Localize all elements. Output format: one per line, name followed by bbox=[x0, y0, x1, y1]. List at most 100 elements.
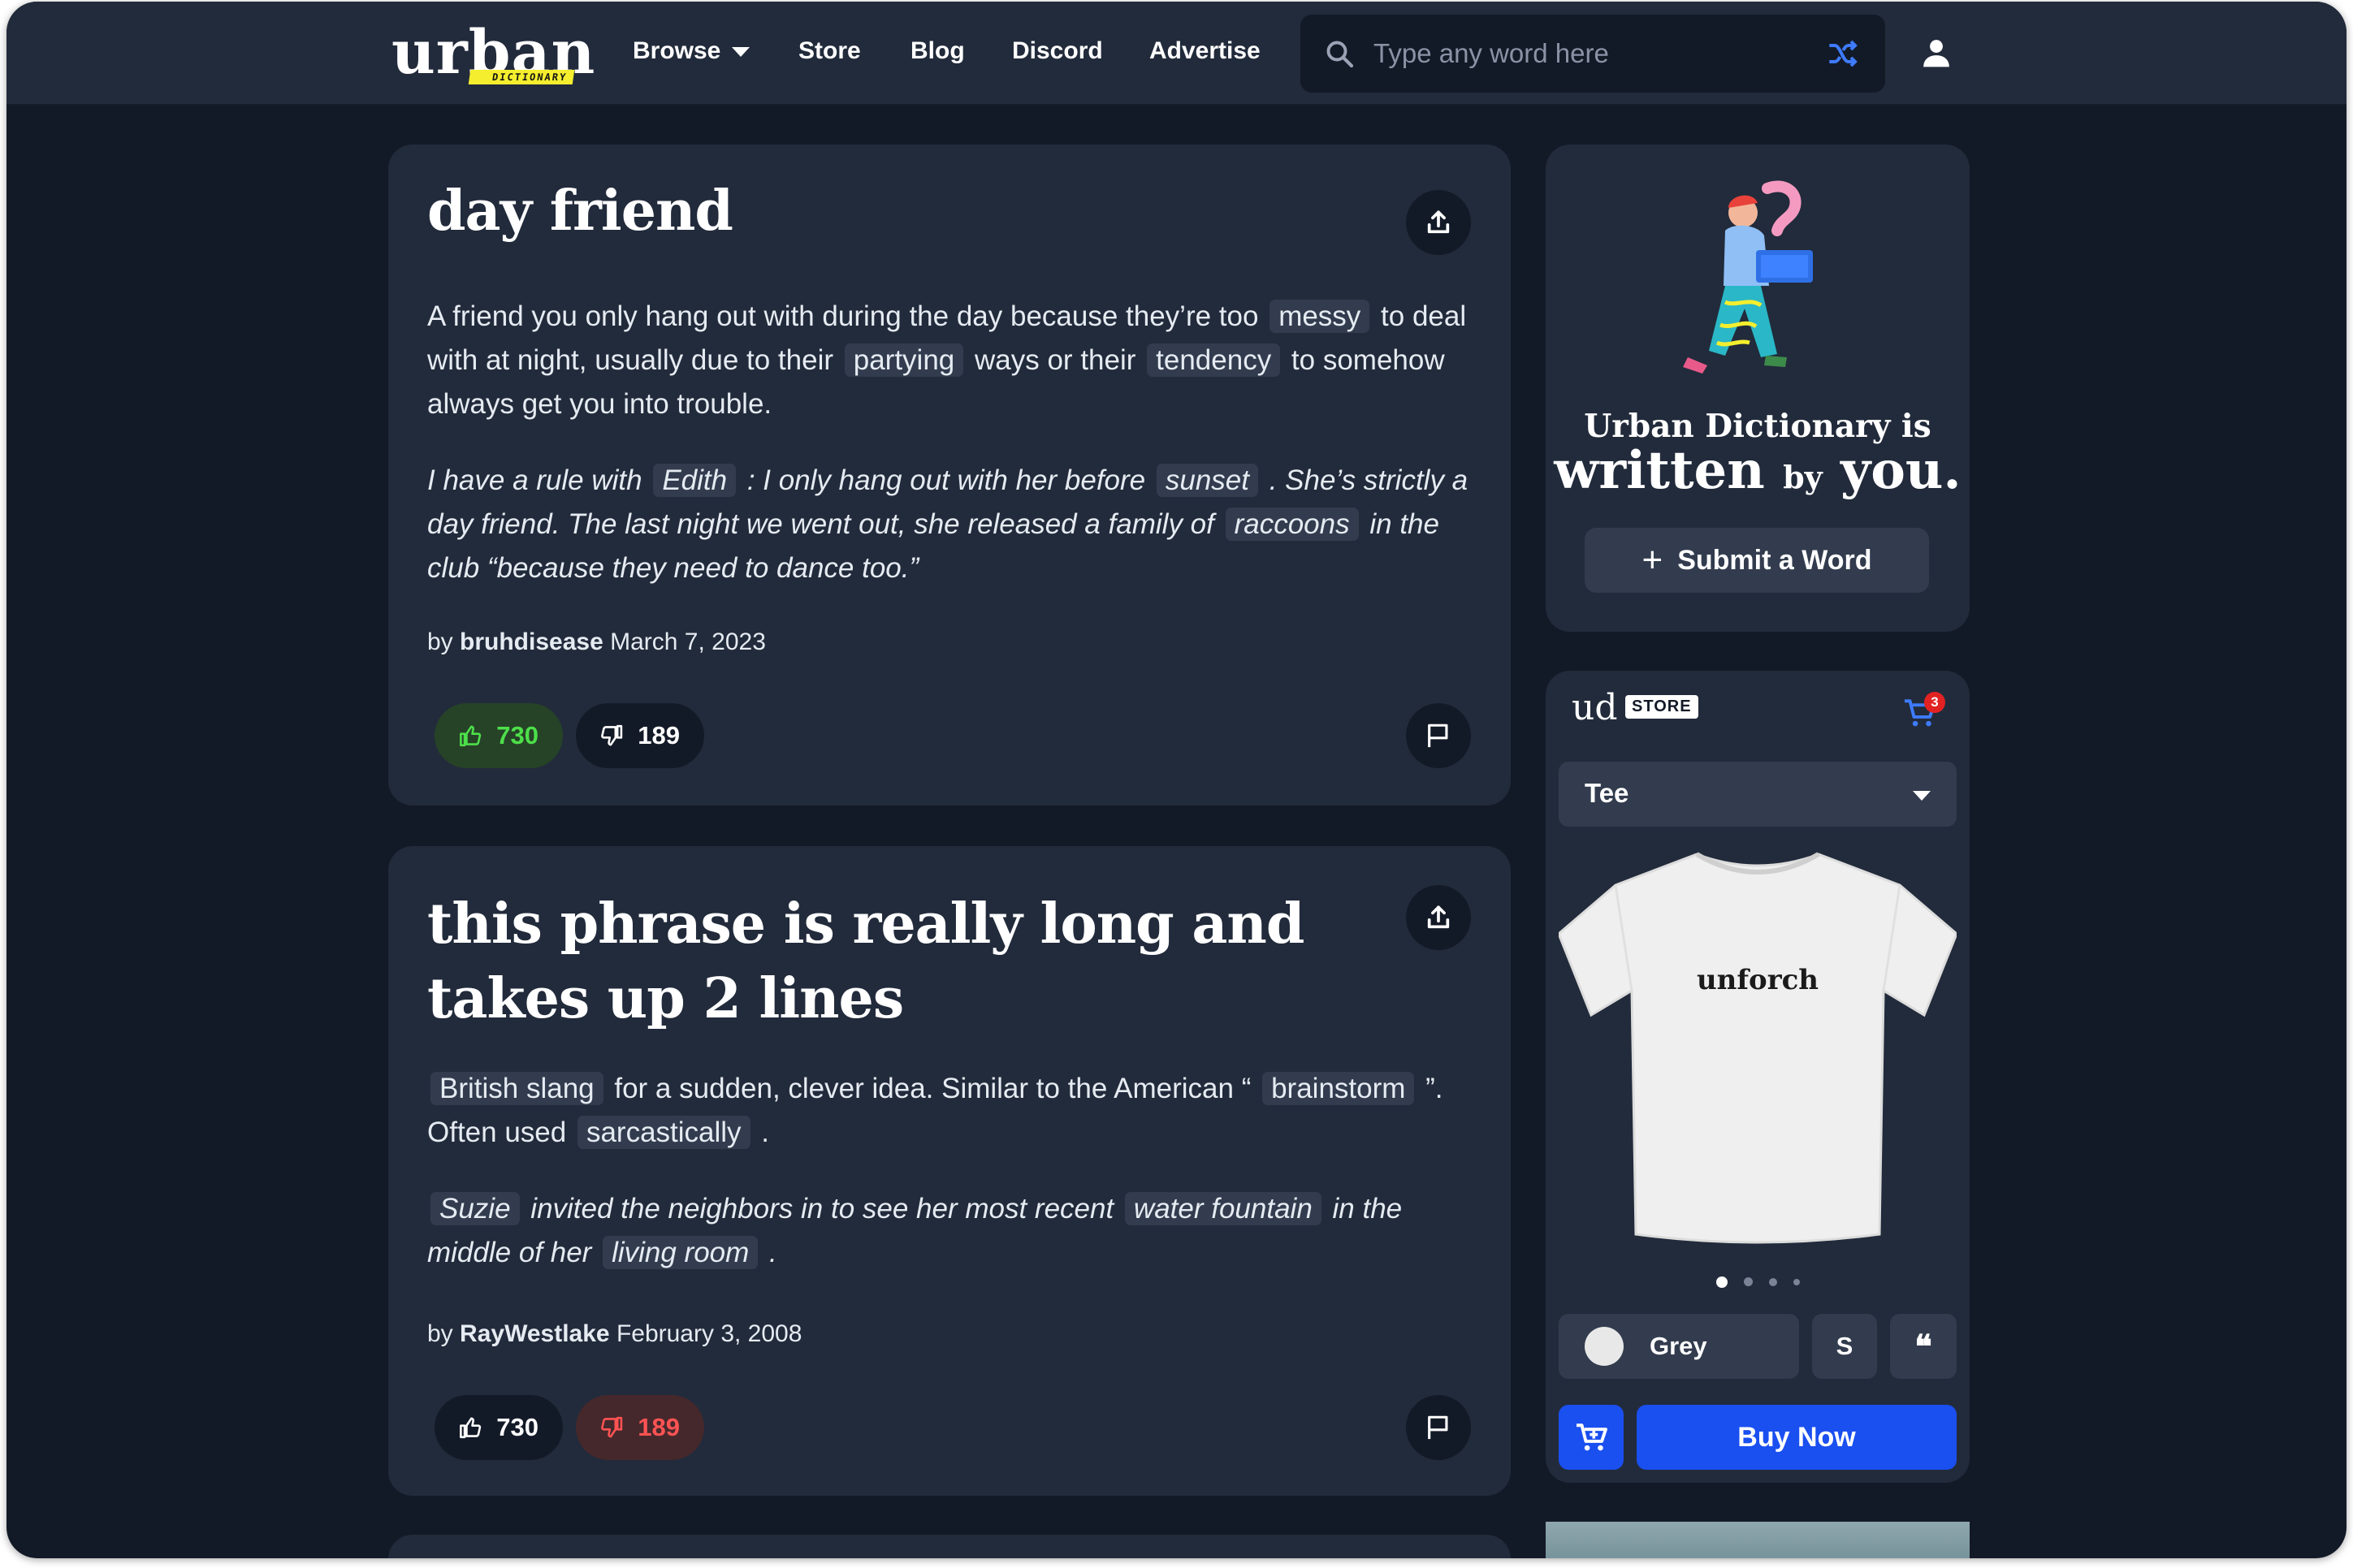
store-widget: ud STORE 3 Tee unforch Grey S ❝ Buy Now bbox=[1546, 671, 1970, 1483]
cart-count-badge: 3 bbox=[1924, 692, 1945, 713]
carousel-dot[interactable] bbox=[1793, 1278, 1800, 1285]
nav-advertise[interactable]: Advertise bbox=[1149, 37, 1261, 65]
promo-written: written bbox=[1554, 440, 1765, 501]
post-date: March 7, 2023 bbox=[610, 628, 766, 655]
word-link-chip[interactable]: messy bbox=[1269, 300, 1370, 333]
thumbs-down-icon bbox=[601, 724, 623, 746]
text-segment: invited the neighbors in to see her most… bbox=[522, 1193, 1122, 1225]
thumbs-down-icon bbox=[601, 1416, 623, 1438]
caret-down-icon bbox=[732, 47, 750, 58]
downvote-count: 189 bbox=[638, 721, 680, 749]
definition-card: this phrase is really long and takes up … bbox=[388, 846, 1511, 1496]
add-to-cart-button[interactable] bbox=[1559, 1405, 1624, 1470]
search-icon bbox=[1326, 41, 1354, 68]
word-title[interactable]: day friend bbox=[427, 174, 733, 248]
word-link-chip[interactable]: living room bbox=[603, 1236, 759, 1269]
author-link[interactable]: bruhdisease bbox=[460, 628, 603, 655]
word-link-chip[interactable]: sarcastically bbox=[577, 1116, 750, 1149]
share-button[interactable] bbox=[1406, 190, 1471, 255]
downvote-button[interactable]: 189 bbox=[576, 1395, 704, 1460]
store-tag: STORE bbox=[1625, 695, 1698, 719]
upvote-count: 730 bbox=[496, 1413, 539, 1441]
text-segment: I have a rule with bbox=[427, 464, 651, 496]
text-segment: : I only hang out with her before bbox=[739, 464, 1153, 496]
contributor-line: by RayWestlake February 3, 2008 bbox=[427, 1320, 802, 1348]
word-link-chip[interactable]: raccoons bbox=[1225, 508, 1359, 541]
definition-card: day friend A friend you only hang out wi… bbox=[388, 145, 1511, 806]
color-swatch bbox=[1585, 1327, 1624, 1366]
quote-icon: ❝ bbox=[1914, 1327, 1932, 1366]
product-type-value: Tee bbox=[1585, 778, 1629, 808]
nav-store[interactable]: Store bbox=[798, 37, 861, 65]
word-link-chip[interactable]: British slang bbox=[430, 1072, 603, 1105]
promo-tagline: written by you. bbox=[1546, 440, 1970, 501]
upvote-button[interactable]: 730 bbox=[435, 703, 563, 768]
top-navigation-bar: urban DICTIONARY Browse Store Blog Disco… bbox=[6, 2, 2347, 106]
nav-browse[interactable]: Browse bbox=[633, 37, 750, 65]
flag-button[interactable] bbox=[1406, 1395, 1471, 1460]
definition-card-partial bbox=[388, 1535, 1511, 1558]
share-icon bbox=[1427, 905, 1450, 929]
nav-discord[interactable]: Discord bbox=[1012, 37, 1103, 65]
urban-dictionary-logo[interactable]: urban DICTIONARY bbox=[388, 18, 601, 91]
definition-meaning: A friend you only hang out with during t… bbox=[427, 295, 1475, 426]
contributor-line: by bruhdisease March 7, 2023 bbox=[427, 628, 766, 656]
carousel-dot[interactable] bbox=[1768, 1277, 1777, 1286]
word-link-chip[interactable]: sunset bbox=[1156, 464, 1258, 497]
logo-tag: DICTIONARY bbox=[468, 70, 575, 84]
tshirt-product-image[interactable]: unforch bbox=[1559, 844, 1957, 1251]
text-segment: for a sudden, clever idea. Similar to th… bbox=[606, 1073, 1260, 1104]
upvote-button[interactable]: 730 bbox=[435, 1395, 563, 1460]
text-segment: A friend you only hang out with during t… bbox=[427, 300, 1267, 332]
nav-browse-label: Browse bbox=[633, 37, 721, 64]
text-segment: ways or their bbox=[967, 344, 1144, 376]
by-label: by bbox=[427, 628, 453, 655]
share-icon bbox=[1427, 210, 1450, 234]
search-input[interactable] bbox=[1373, 31, 1796, 76]
carousel-dot-active[interactable] bbox=[1715, 1276, 1728, 1288]
carousel-dot[interactable] bbox=[1743, 1277, 1753, 1287]
word-link-chip[interactable]: tendency bbox=[1147, 343, 1281, 377]
plus-icon: + bbox=[1641, 540, 1663, 580]
size-selector[interactable]: S bbox=[1812, 1314, 1877, 1379]
definition-example: Suzie invited the neighbors in to see he… bbox=[427, 1187, 1475, 1275]
add-to-cart-icon bbox=[1577, 1423, 1607, 1451]
definition-example: I have a rule with Edith : I only hang o… bbox=[427, 459, 1475, 590]
carousel-dots bbox=[1546, 1275, 1970, 1289]
buy-now-button[interactable]: Buy Now bbox=[1637, 1405, 1957, 1470]
advertisement-image-partial bbox=[1546, 1522, 1970, 1558]
share-button[interactable] bbox=[1406, 885, 1471, 950]
flag-icon bbox=[1428, 724, 1448, 748]
flag-icon bbox=[1428, 1415, 1448, 1440]
flag-button[interactable] bbox=[1406, 703, 1471, 768]
word-link-chip[interactable]: Edith bbox=[653, 464, 737, 497]
word-title[interactable]: this phrase is really long and takes up … bbox=[427, 887, 1361, 1036]
word-link-chip[interactable]: partying bbox=[844, 343, 964, 377]
word-link-chip[interactable]: water fountain bbox=[1124, 1192, 1321, 1225]
chevron-down-icon bbox=[1913, 791, 1931, 801]
color-selector[interactable]: Grey bbox=[1559, 1314, 1799, 1379]
quote-button[interactable]: ❝ bbox=[1890, 1314, 1957, 1379]
submit-word-button[interactable]: + Submit a Word bbox=[1585, 528, 1929, 593]
author-link[interactable]: RayWestlake bbox=[460, 1320, 610, 1347]
app-window: urban DICTIONARY Browse Store Blog Disco… bbox=[6, 2, 2347, 1558]
user-account-icon[interactable] bbox=[1921, 37, 1952, 68]
shirt-print-text: unforch bbox=[1697, 964, 1819, 996]
write-promo-panel: Urban Dictionary is written by you. + Su… bbox=[1546, 145, 1970, 632]
downvote-count: 189 bbox=[638, 1413, 680, 1441]
product-type-dropdown[interactable]: Tee bbox=[1559, 762, 1957, 827]
text-segment: . bbox=[761, 1237, 777, 1268]
nav-blog[interactable]: Blog bbox=[910, 37, 965, 65]
downvote-button[interactable]: 189 bbox=[576, 703, 704, 768]
text-segment: . bbox=[753, 1117, 770, 1148]
promo-you: you. bbox=[1840, 440, 1962, 501]
promo-by: by bbox=[1783, 459, 1823, 495]
shuffle-icon[interactable] bbox=[1827, 37, 1859, 70]
word-link-chip[interactable]: Suzie bbox=[430, 1192, 520, 1225]
upvote-count: 730 bbox=[496, 721, 539, 749]
writer-illustration bbox=[1683, 180, 1813, 374]
store-brand[interactable]: ud bbox=[1572, 687, 1618, 728]
definition-meaning: British slang for a sudden, clever idea.… bbox=[427, 1067, 1475, 1155]
word-link-chip[interactable]: brainstorm bbox=[1262, 1072, 1415, 1105]
post-date: February 3, 2008 bbox=[616, 1320, 802, 1347]
